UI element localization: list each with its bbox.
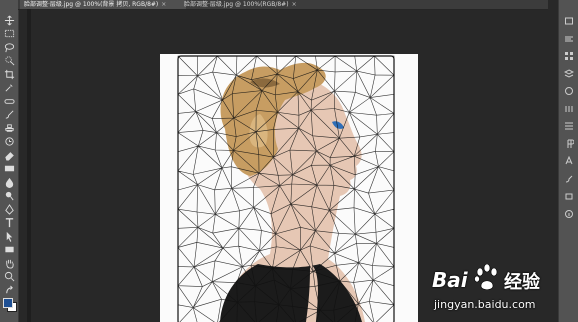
tools-panel	[0, 0, 19, 322]
tab-label: 脸部调整·层级.jpg @ 100%(背景 拷贝, RGB/8#)	[24, 1, 159, 8]
vertical-ruler	[27, 9, 31, 322]
path-select-icon[interactable]	[2, 230, 16, 242]
marquee-icon[interactable]	[2, 28, 16, 40]
document-canvas[interactable]	[160, 54, 418, 322]
brush-icon[interactable]	[2, 109, 16, 121]
dodge-icon[interactable]	[2, 190, 16, 202]
document-tab-bar: 脸部调整·层级.jpg @ 100%(背景 拷贝, RGB/8#) × 脸部调整·…	[18, 0, 548, 10]
swap-colors-icon[interactable]	[2, 284, 16, 296]
properties-icon[interactable]	[563, 121, 575, 131]
blur-icon[interactable]	[2, 176, 16, 188]
paragraph-icon[interactable]	[563, 139, 575, 149]
type-icon[interactable]	[2, 217, 16, 229]
clone-source-icon[interactable]	[563, 191, 575, 201]
move-icon[interactable]	[2, 14, 16, 26]
healing-brush-icon[interactable]	[2, 95, 16, 107]
eyedropper-icon[interactable]	[2, 82, 16, 94]
layers-icon[interactable]	[563, 68, 575, 79]
brush-settings-icon[interactable]	[563, 174, 575, 184]
baidu-jingyan-watermark: Bai 经验 jingyan.baidu.com	[428, 262, 558, 320]
foreground-color-chip[interactable]	[3, 297, 13, 308]
gradient-icon[interactable]	[2, 163, 16, 175]
tab-second-document[interactable]: 脸部调整·层级.jpg @ 100%(RGB/8#) ×	[180, 0, 308, 9]
portrait-image	[160, 54, 418, 322]
history-icon[interactable]	[563, 16, 575, 26]
channels-icon[interactable]	[563, 86, 575, 96]
quick-select-icon[interactable]	[2, 55, 16, 67]
watermark-brand-right: 经验	[504, 272, 540, 293]
tab-active-document[interactable]: 脸部调整·层级.jpg @ 100%(背景 拷贝, RGB/8#) ×	[20, 0, 186, 9]
hand-icon[interactable]	[2, 257, 16, 269]
eraser-icon[interactable]	[2, 149, 16, 161]
foreground-color-swatch[interactable]	[2, 297, 17, 312]
tab-close-icon[interactable]: ×	[161, 1, 166, 8]
paw-logo-icon	[474, 264, 498, 291]
swatches-icon[interactable]	[563, 51, 575, 61]
lasso-icon[interactable]	[2, 41, 16, 53]
panel-dock	[558, 0, 578, 322]
rectangle-icon[interactable]	[2, 244, 16, 256]
adjustments-icon[interactable]	[563, 104, 575, 114]
info-icon[interactable]	[563, 209, 575, 219]
pen-icon[interactable]	[2, 203, 16, 215]
tab-label: 脸部调整·层级.jpg @ 100%(RGB/8#)	[184, 1, 289, 8]
watermark-url: jingyan.baidu.com	[434, 298, 536, 311]
watermark-brand-left: Bai	[432, 268, 468, 292]
character-icon[interactable]	[563, 156, 575, 166]
clone-stamp-icon[interactable]	[2, 122, 16, 134]
tab-close-icon[interactable]: ×	[292, 1, 297, 8]
color-icon[interactable]	[563, 34, 575, 44]
history-brush-icon[interactable]	[2, 136, 16, 148]
crop-icon[interactable]	[2, 68, 16, 80]
zoom-icon[interactable]	[2, 271, 16, 283]
